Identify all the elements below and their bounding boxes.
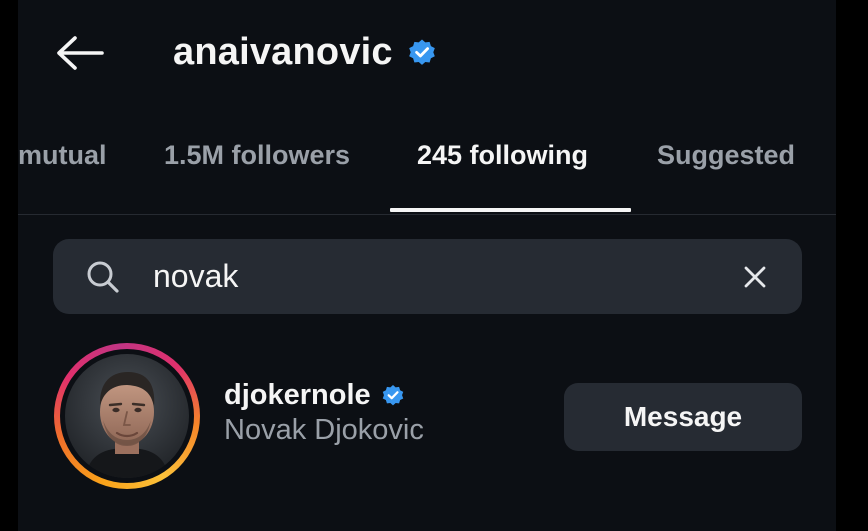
tab-mutual[interactable]: mutual [18, 140, 107, 171]
verified-badge-icon [407, 37, 437, 67]
tab-suggested[interactable]: Suggested [657, 140, 795, 171]
search-input[interactable] [153, 253, 713, 299]
tab-following[interactable]: 245 following [417, 140, 588, 171]
full-name: Novak Djokovic [224, 414, 424, 446]
avatar-photo [65, 354, 189, 478]
search-bar[interactable] [53, 239, 802, 314]
header: anaivanovic [173, 26, 437, 78]
tab-followers[interactable]: 1.5M followers [164, 140, 350, 171]
active-tab-indicator [390, 208, 631, 212]
avatar [65, 354, 189, 478]
verified-badge-icon [381, 383, 405, 407]
arrow-left-icon [57, 36, 104, 70]
back-button[interactable] [52, 30, 108, 76]
close-icon[interactable] [739, 261, 771, 293]
tab-bar: mutual 1.5M followers 245 following Sugg… [18, 128, 836, 215]
story-ring[interactable] [54, 343, 200, 489]
username: djokernole [224, 378, 371, 411]
username-link[interactable]: djokernole [224, 377, 405, 413]
page-title: anaivanovic [173, 30, 393, 73]
message-button[interactable]: Message [564, 383, 802, 451]
following-screen: anaivanovic mutual 1.5M followers 245 fo… [18, 0, 836, 531]
search-icon [87, 261, 119, 293]
story-ring-gap [60, 349, 194, 483]
